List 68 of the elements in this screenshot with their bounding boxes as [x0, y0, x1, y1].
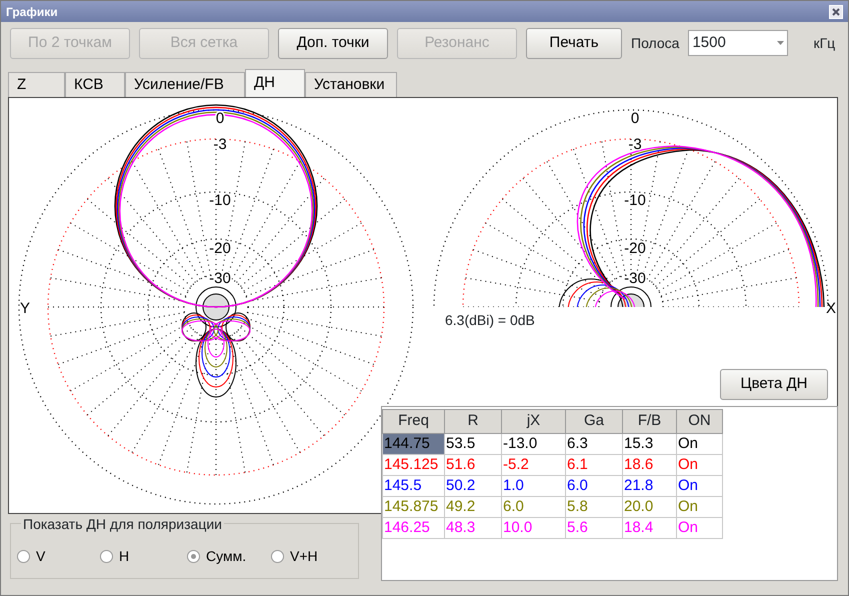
table-cell: 53.5	[444, 433, 502, 454]
table-cell: 20.0	[622, 496, 676, 517]
radio-option[interactable]: V	[17, 546, 100, 566]
table-cell: 6.3	[566, 433, 622, 454]
axis-label: X	[826, 300, 836, 317]
band-unit: кГц	[813, 34, 836, 53]
radio-option[interactable]: Сумм.	[187, 546, 271, 566]
table-cell: 48.3	[444, 517, 502, 538]
close-icon	[832, 8, 840, 16]
band-label: Полоса	[631, 34, 680, 52]
column-header[interactable]: Ga	[566, 410, 622, 433]
table-cell: 18.4	[622, 517, 676, 538]
table-cell: 1.0	[502, 475, 566, 496]
ring-label: -30	[209, 270, 231, 287]
axis-label: Y	[20, 300, 30, 317]
radio-option[interactable]: V+H	[271, 546, 351, 566]
table-cell: -5.2	[502, 454, 566, 475]
table-cell: On	[676, 454, 722, 475]
table-cell: 51.6	[444, 454, 502, 475]
table-cell: 145.125	[382, 454, 444, 475]
table-cell: On	[676, 496, 722, 517]
table-cell: 49.2	[444, 496, 502, 517]
table-cell: 6.1	[566, 454, 622, 475]
table-cell: 10.0	[502, 517, 566, 538]
ring-label: -10	[624, 192, 646, 209]
table-cell: 144.75	[382, 433, 444, 454]
table-cell: -13.0	[502, 433, 566, 454]
table-cell: 15.3	[622, 433, 676, 454]
table-cell: 6.0	[502, 496, 566, 517]
ring-label: -20	[209, 240, 231, 257]
toolbar-button[interactable]: Печать	[526, 28, 622, 58]
table-cell: 5.6	[566, 517, 622, 538]
tab[interactable]: Z	[8, 72, 65, 97]
ring-label: -20	[624, 240, 646, 257]
ring-label: -3	[628, 136, 642, 153]
column-header[interactable]: ON	[676, 410, 722, 433]
column-header[interactable]: R	[444, 410, 502, 433]
band-dropdown[interactable]: 1500	[688, 30, 788, 56]
table-cell: On	[676, 475, 722, 496]
column-header[interactable]: jX	[502, 410, 566, 433]
tab[interactable]: КСВ	[65, 72, 125, 97]
table-cell: 6.0	[566, 475, 622, 496]
caret-icon	[777, 40, 784, 45]
tab[interactable]: Установки	[305, 72, 397, 97]
table-cell: 145.875	[382, 496, 444, 517]
column-header[interactable]: Freq	[382, 410, 444, 433]
table-cell: On	[676, 517, 722, 538]
table-cell: 5.8	[566, 496, 622, 517]
ring-label: -30	[624, 270, 646, 287]
reference-note: 6.3(dBi) = 0dB	[445, 311, 535, 330]
ring-label: -10	[209, 192, 231, 209]
colors-button[interactable]: Цвета ДН	[720, 369, 828, 400]
table-cell: 146.25	[382, 517, 444, 538]
table-cell: 18.6	[622, 454, 676, 475]
column-header[interactable]: F/B	[622, 410, 676, 433]
ring-label: 0	[216, 110, 224, 127]
close-button[interactable]	[829, 4, 843, 18]
ring-label: 0	[630, 110, 640, 127]
tab[interactable]: Усиление/FB	[125, 72, 245, 97]
tab[interactable]: ДН	[245, 69, 305, 97]
table-cell: 50.2	[444, 475, 502, 496]
table-cell: 145.5	[382, 475, 444, 496]
table-cell: 21.8	[622, 475, 676, 496]
toolbar-button[interactable]: Доп. точки	[278, 28, 388, 58]
ring-label: -3	[213, 136, 227, 153]
table-cell: On	[676, 433, 722, 454]
window-title: Графики	[6, 4, 58, 20]
radio-option[interactable]: H	[100, 546, 187, 566]
